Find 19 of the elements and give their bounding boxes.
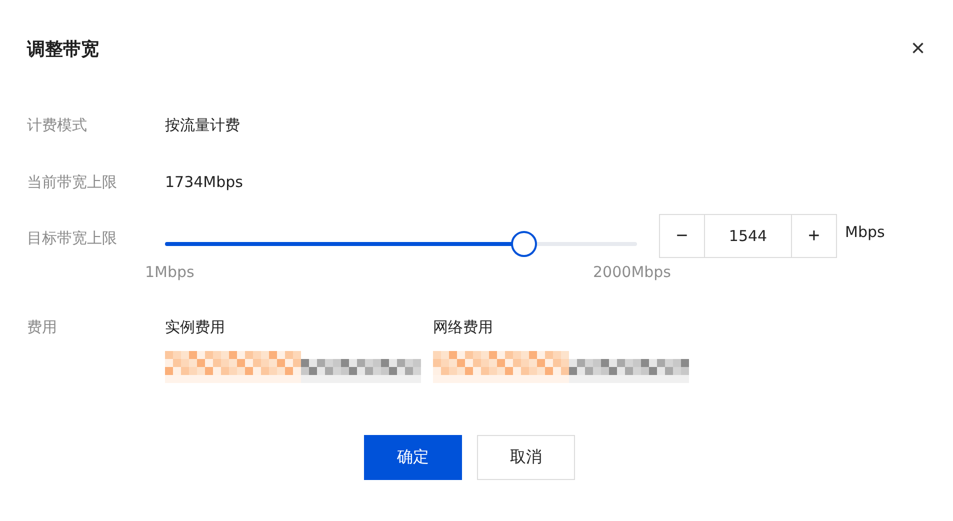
field-label: 目标带宽上限 [27,229,118,248]
unit-label: Mbps [845,223,885,241]
field-value: 1734Mbps [165,173,243,191]
close-button[interactable]: × [906,37,929,61]
max-label: 2000Mbps [593,263,671,281]
dialog-title: 调整带宽 [27,38,99,61]
decrement-button[interactable]: − [659,214,705,258]
slider-handle[interactable] [510,231,537,257]
field-label: 当前带宽上限 [27,173,118,192]
min-label: 1Mbps [145,263,194,281]
cancel-button[interactable]: 取消 [477,435,575,480]
number-input[interactable]: 1544 [705,214,791,258]
field-label: 计费模式 [27,116,88,135]
cost-heading: 网络费用 [433,318,494,337]
increment-button[interactable]: + [791,214,837,258]
field-label: 费用 [27,318,58,337]
cost-heading: 实例费用 [165,318,226,337]
field-value: 按流量计费 [165,116,240,135]
confirm-button[interactable]: 确定 [364,435,462,480]
